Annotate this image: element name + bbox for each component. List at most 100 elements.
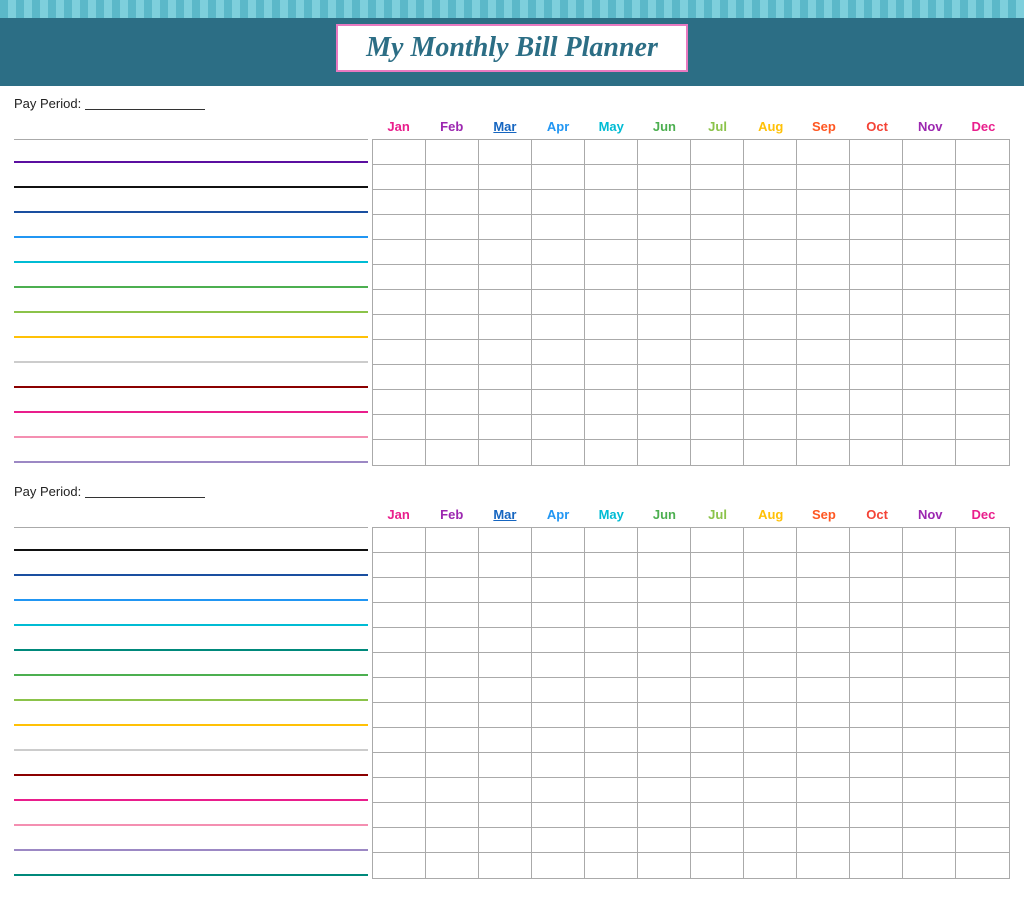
bill-line (14, 311, 368, 313)
bill-row (14, 828, 368, 853)
month-oct-2: Oct (851, 505, 904, 527)
table-row (373, 678, 1009, 703)
month-mar: Mar (478, 117, 531, 139)
bill-row (14, 290, 368, 315)
title-bar: My Monthly Bill Planner (0, 18, 1024, 78)
bill-row (14, 653, 368, 678)
table-row (373, 578, 1009, 603)
month-nov-2: Nov (904, 505, 957, 527)
table-row (373, 290, 1009, 315)
bill-names-2 (14, 505, 372, 879)
section-2: Pay Period: (14, 484, 1010, 879)
month-sep: Sep (797, 117, 850, 139)
bill-line (14, 361, 368, 363)
bill-line (14, 824, 368, 826)
section-1: Pay Period: (14, 96, 1010, 466)
bill-line (14, 549, 368, 551)
bill-names-1 (14, 117, 372, 466)
month-oct: Oct (851, 117, 904, 139)
bill-line (14, 386, 368, 388)
bill-line (14, 874, 368, 876)
bill-line (14, 436, 368, 438)
month-headers-2: Jan Feb Mar Apr May Jun Jul Aug Sep Oct … (372, 505, 1010, 527)
month-jul-2: Jul (691, 505, 744, 527)
bill-line (14, 261, 368, 263)
table-row (373, 365, 1009, 390)
table-row (373, 528, 1009, 553)
pay-period-label-1: Pay Period: (14, 96, 81, 111)
month-dec-2: Dec (957, 505, 1010, 527)
table-row (373, 853, 1009, 878)
bill-row (14, 553, 368, 578)
table-row (373, 165, 1009, 190)
bill-row (14, 603, 368, 628)
month-aug-2: Aug (744, 505, 797, 527)
bill-row (14, 215, 368, 240)
bill-line (14, 599, 368, 601)
pay-period-label-2: Pay Period: (14, 484, 81, 499)
month-may: May (585, 117, 638, 139)
grid-rows-1 (372, 139, 1010, 466)
month-jan: Jan (372, 117, 425, 139)
bill-line (14, 461, 368, 463)
bill-row (14, 340, 368, 365)
bill-row (14, 703, 368, 728)
bill-line (14, 749, 368, 751)
pay-period-row-1: Pay Period: (14, 96, 1010, 111)
month-feb-2: Feb (425, 505, 478, 527)
month-jul: Jul (691, 117, 744, 139)
table-row (373, 828, 1009, 853)
bottom-banner (0, 78, 1024, 86)
bill-row (14, 390, 368, 415)
month-aug: Aug (744, 117, 797, 139)
month-mar-2: Mar (478, 505, 531, 527)
month-dec: Dec (957, 117, 1010, 139)
bill-line (14, 286, 368, 288)
bill-row (14, 140, 368, 165)
month-apr: Apr (532, 117, 585, 139)
bill-row (14, 578, 368, 603)
bill-line (14, 411, 368, 413)
table-row (373, 753, 1009, 778)
table-row (373, 778, 1009, 803)
table-row (373, 653, 1009, 678)
month-grid-2: Jan Feb Mar Apr May Jun Jul Aug Sep Oct … (372, 505, 1010, 879)
bill-row (14, 415, 368, 440)
month-nov: Nov (904, 117, 957, 139)
month-apr-2: Apr (532, 505, 585, 527)
table-row (373, 140, 1009, 165)
bill-line (14, 161, 368, 163)
table-row (373, 215, 1009, 240)
bill-row (14, 853, 368, 878)
title-box: My Monthly Bill Planner (336, 24, 688, 72)
grid-rows-2 (372, 527, 1010, 879)
month-headers-1: Jan Feb Mar Apr May Jun Jul Aug Sep Oct … (372, 117, 1010, 139)
table-row (373, 628, 1009, 653)
bill-row (14, 240, 368, 265)
month-jan-2: Jan (372, 505, 425, 527)
bill-row (14, 628, 368, 653)
bill-line (14, 849, 368, 851)
month-sep-2: Sep (797, 505, 850, 527)
grid-container-2: Jan Feb Mar Apr May Jun Jul Aug Sep Oct … (14, 505, 1010, 879)
table-row (373, 240, 1009, 265)
bill-line (14, 699, 368, 701)
bill-row (14, 365, 368, 390)
month-jun-2: Jun (638, 505, 691, 527)
month-jun: Jun (638, 117, 691, 139)
bill-row (14, 778, 368, 803)
bill-row (14, 678, 368, 703)
table-row (373, 190, 1009, 215)
pay-period-input-1[interactable] (85, 98, 205, 110)
main-content: Pay Period: (0, 86, 1024, 907)
table-row (373, 390, 1009, 415)
pay-period-input-2[interactable] (85, 486, 205, 498)
table-row (373, 265, 1009, 290)
bill-line (14, 624, 368, 626)
pay-period-row-2: Pay Period: (14, 484, 1010, 499)
page-title: My Monthly Bill Planner (366, 32, 658, 63)
bill-row (14, 165, 368, 190)
bill-row (14, 265, 368, 290)
bill-row (14, 728, 368, 753)
table-row (373, 703, 1009, 728)
